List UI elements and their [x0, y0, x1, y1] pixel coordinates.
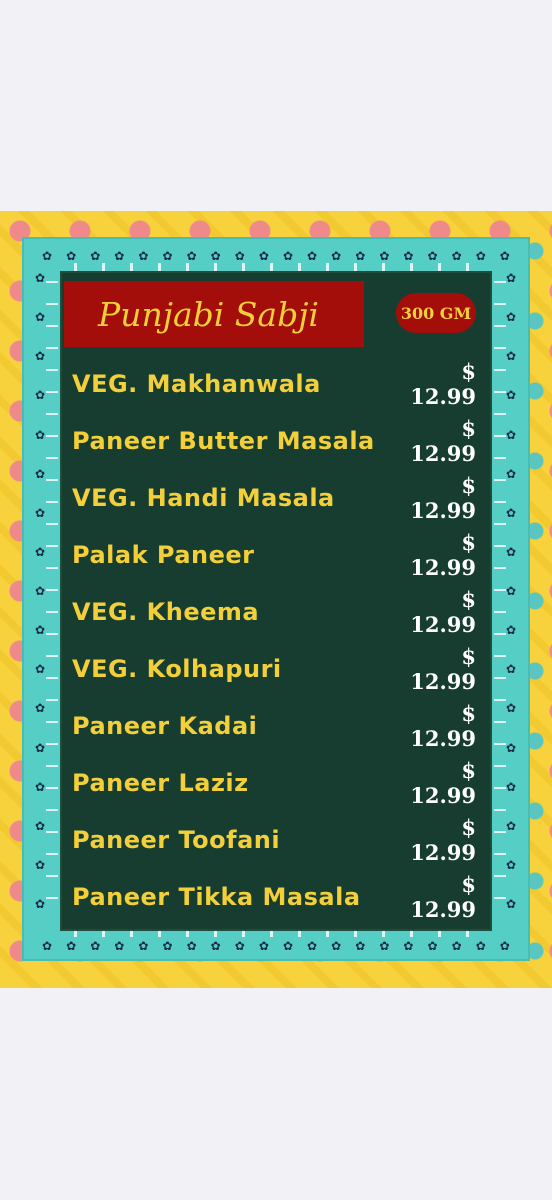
- menu-item-price: $ 12.99: [410, 472, 476, 523]
- flower-border-top: ✿ ✿ ✿ ✿ ✿ ✿ ✿ ✿ ✿ ✿ ✿ ✿ ✿ ✿ ✿ ✿ ✿ ✿ ✿ ✿: [42, 249, 510, 263]
- menu-item-price: $ 12.99: [410, 358, 476, 409]
- menu-item: Paneer Laziz $ 12.99: [72, 754, 476, 811]
- wave-border-left: [46, 271, 58, 911]
- menu-item-price: $ 12.99: [410, 529, 476, 580]
- menu-board: Punjabi Sabji 300 GM VEG. Makhanwala $ 1…: [60, 271, 492, 931]
- weight-badge: 300 GM: [396, 293, 476, 333]
- menu-item: Paneer Butter Masala $ 12.99: [72, 412, 476, 469]
- menu-item: Palak Paneer $ 12.99: [72, 526, 476, 583]
- menu-item-name: VEG. Makhanwala: [72, 369, 321, 398]
- menu-item-name: VEG. Kheema: [72, 597, 260, 626]
- wave-border-right: [494, 271, 506, 911]
- menu-item-price: $ 12.99: [410, 814, 476, 865]
- wave-border-top: [60, 263, 490, 271]
- menu-item-name: Paneer Kadai: [72, 711, 258, 740]
- menu-item-price: $ 12.99: [410, 871, 476, 922]
- flower-border-bottom: ✿ ✿ ✿ ✿ ✿ ✿ ✿ ✿ ✿ ✿ ✿ ✿ ✿ ✿ ✿ ✿ ✿ ✿ ✿ ✿: [42, 939, 510, 953]
- menu-item-name: Paneer Tikka Masala: [72, 882, 361, 911]
- weight-badge-label: 300 GM: [400, 303, 472, 323]
- menu-item-name: Paneer Toofani: [72, 825, 281, 854]
- menu-item: Paneer Tikka Masala $ 12.99: [72, 868, 476, 925]
- menu-item-name: Palak Paneer: [72, 540, 255, 569]
- menu-item: Paneer Kadai $ 12.99: [72, 697, 476, 754]
- menu-item-price: $ 12.99: [410, 757, 476, 808]
- menu-item-name: VEG. Handi Masala: [72, 483, 335, 512]
- menu-item-price: $ 12.99: [410, 415, 476, 466]
- menu-item: VEG. Kolhapuri $ 12.99: [72, 640, 476, 697]
- menu-item-price: $ 12.99: [410, 643, 476, 694]
- menu-item-list: VEG. Makhanwala $ 12.99 Paneer Butter Ma…: [72, 355, 476, 925]
- menu-item-name: Paneer Laziz: [72, 768, 249, 797]
- menu-item: Paneer Toofani $ 12.99: [72, 811, 476, 868]
- menu-image: ✿ ✿ ✿ ✿ ✿ ✿ ✿ ✿ ✿ ✿ ✿ ✿ ✿ ✿ ✿ ✿ ✿ ✿ ✿ ✿ ✿ ✿ ✿ ✿ ✿ ✿ ✿ ✿ ✿ ✿ ✿ ✿ ✿ ✿ ✿ ✿ ✿ ✿ ✿…: [0, 211, 552, 988]
- menu-title: Punjabi Sabji: [98, 294, 319, 334]
- menu-item: VEG. Kheema $ 12.99: [72, 583, 476, 640]
- menu-item-price: $ 12.99: [410, 700, 476, 751]
- flower-border-right: ✿ ✿ ✿ ✿ ✿ ✿ ✿ ✿ ✿ ✿ ✿ ✿ ✿ ✿ ✿ ✿ ✿: [505, 271, 517, 911]
- flower-border-left: ✿ ✿ ✿ ✿ ✿ ✿ ✿ ✿ ✿ ✿ ✿ ✿ ✿ ✿ ✿ ✿ ✿: [34, 271, 46, 911]
- title-banner: Punjabi Sabji: [64, 281, 364, 347]
- menu-item-name: VEG. Kolhapuri: [72, 654, 282, 683]
- menu-item: VEG. Handi Masala $ 12.99: [72, 469, 476, 526]
- menu-item-price: $ 12.99: [410, 586, 476, 637]
- menu-item-name: Paneer Butter Masala: [72, 426, 375, 455]
- menu-item: VEG. Makhanwala $ 12.99: [72, 355, 476, 412]
